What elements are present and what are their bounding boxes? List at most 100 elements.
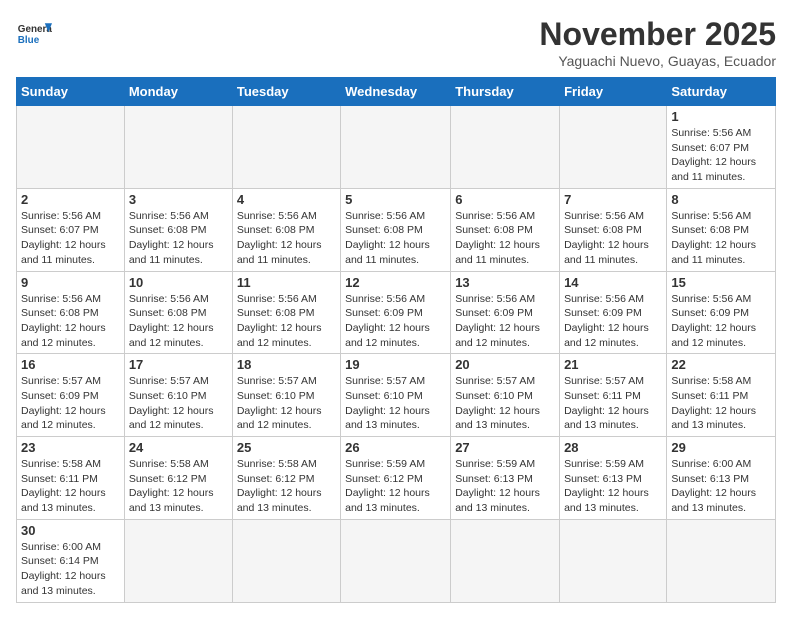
calendar-cell: 16Sunrise: 5:57 AM Sunset: 6:09 PM Dayli… [17,354,125,437]
svg-text:Blue: Blue [18,35,40,46]
day-number: 3 [129,192,228,207]
day-info: Sunrise: 6:00 AM Sunset: 6:14 PM Dayligh… [21,540,120,599]
calendar-cell: 25 Sunrise: 5:58 AM Sunset: 6:12 PM Dayli… [232,437,340,520]
day-number: 7 [564,192,662,207]
day-number: 6 [455,192,555,207]
calendar-cell: 30 Sunrise: 6:00 AM Sunset: 6:14 PM Dayli… [17,519,125,602]
day-info: Sunrise: 5:56 AM Sunset: 6:09 PM Dayligh… [455,292,555,351]
week-row-6: 30 Sunrise: 6:00 AM Sunset: 6:14 PM Dayli… [17,519,776,602]
calendar-cell [341,106,451,189]
day-info: Sunrise: 5:57 AM Sunset: 6:10 PM Dayligh… [129,374,228,433]
month-title: November 2025 [539,16,776,53]
day-info: Sunrise: 5:56 AM Sunset: 6:08 PM Dayligh… [237,209,336,268]
day-info: Sunrise: 5:56 AM Sunset: 6:07 PM Dayligh… [671,126,771,185]
weekday-header-friday: Friday [560,78,667,106]
day-number: 14 [564,275,662,290]
calendar-cell: 24 Sunrise: 5:58 AM Sunset: 6:12 PM Dayli… [124,437,232,520]
day-number: 28 [564,440,662,455]
day-number: 8 [671,192,771,207]
day-number: 21 [564,357,662,372]
week-row-1: 1 Sunrise: 5:56 AM Sunset: 6:07 PM Daylig… [17,106,776,189]
day-number: 24 [129,440,228,455]
day-info: Sunrise: 5:56 AM Sunset: 6:07 PM Dayligh… [21,209,120,268]
day-number: 2 [21,192,120,207]
calendar-cell: 26Sunrise: 5:59 AM Sunset: 6:12 PM Dayli… [341,437,451,520]
day-info: Sunrise: 5:57 AM Sunset: 6:11 PM Dayligh… [564,374,662,433]
day-info: Sunrise: 5:56 AM Sunset: 6:08 PM Dayligh… [237,292,336,351]
calendar-cell: 14Sunrise: 5:56 AM Sunset: 6:09 PM Dayli… [560,271,667,354]
calendar-cell [560,519,667,602]
weekday-header-tuesday: Tuesday [232,78,340,106]
calendar-cell: 9Sunrise: 5:56 AM Sunset: 6:08 PM Daylig… [17,271,125,354]
title-block: November 2025 Yaguachi Nuevo, Guayas, Ec… [539,16,776,69]
day-info: Sunrise: 5:56 AM Sunset: 6:08 PM Dayligh… [345,209,446,268]
day-number: 12 [345,275,446,290]
calendar-cell: 4 Sunrise: 5:56 AM Sunset: 6:08 PM Daylig… [232,188,340,271]
day-number: 22 [671,357,771,372]
calendar-cell: 28 Sunrise: 5:59 AM Sunset: 6:13 PM Dayli… [560,437,667,520]
calendar-cell [17,106,125,189]
calendar-cell: 1 Sunrise: 5:56 AM Sunset: 6:07 PM Daylig… [667,106,776,189]
calendar-cell: 19 Sunrise: 5:57 AM Sunset: 6:10 PM Dayli… [341,354,451,437]
day-info: Sunrise: 5:56 AM Sunset: 6:09 PM Dayligh… [345,292,446,351]
weekday-header-saturday: Saturday [667,78,776,106]
day-number: 1 [671,109,771,124]
day-info: Sunrise: 5:57 AM Sunset: 6:10 PM Dayligh… [237,374,336,433]
calendar-cell: 11 Sunrise: 5:56 AM Sunset: 6:08 PM Dayli… [232,271,340,354]
calendar-cell: 18 Sunrise: 5:57 AM Sunset: 6:10 PM Dayli… [232,354,340,437]
calendar-cell: 13 Sunrise: 5:56 AM Sunset: 6:09 PM Dayli… [451,271,560,354]
logo: General Blue [16,16,52,52]
calendar-cell: 29Sunrise: 6:00 AM Sunset: 6:13 PM Dayli… [667,437,776,520]
day-number: 20 [455,357,555,372]
calendar-cell: 17Sunrise: 5:57 AM Sunset: 6:10 PM Dayli… [124,354,232,437]
day-number: 27 [455,440,555,455]
day-info: Sunrise: 5:56 AM Sunset: 6:09 PM Dayligh… [671,292,771,351]
calendar-cell: 10 Sunrise: 5:56 AM Sunset: 6:08 PM Dayli… [124,271,232,354]
day-number: 25 [237,440,336,455]
day-info: Sunrise: 5:56 AM Sunset: 6:08 PM Dayligh… [564,209,662,268]
day-info: Sunrise: 5:58 AM Sunset: 6:12 PM Dayligh… [237,457,336,516]
day-number: 30 [21,523,120,538]
calendar-cell [451,106,560,189]
day-info: Sunrise: 5:57 AM Sunset: 6:10 PM Dayligh… [455,374,555,433]
calendar-table: SundayMondayTuesdayWednesdayThursdayFrid… [16,77,776,603]
location-subtitle: Yaguachi Nuevo, Guayas, Ecuador [539,53,776,69]
calendar-cell: 22 Sunrise: 5:58 AM Sunset: 6:11 PM Dayli… [667,354,776,437]
day-info: Sunrise: 5:57 AM Sunset: 6:10 PM Dayligh… [345,374,446,433]
day-number: 4 [237,192,336,207]
day-info: Sunrise: 5:56 AM Sunset: 6:08 PM Dayligh… [21,292,120,351]
day-number: 10 [129,275,228,290]
weekday-header-monday: Monday [124,78,232,106]
calendar-cell: 20 Sunrise: 5:57 AM Sunset: 6:10 PM Dayli… [451,354,560,437]
day-info: Sunrise: 5:58 AM Sunset: 6:11 PM Dayligh… [671,374,771,433]
calendar-cell: 6 Sunrise: 5:56 AM Sunset: 6:08 PM Daylig… [451,188,560,271]
week-row-3: 9Sunrise: 5:56 AM Sunset: 6:08 PM Daylig… [17,271,776,354]
calendar-cell: 27Sunrise: 5:59 AM Sunset: 6:13 PM Dayli… [451,437,560,520]
day-info: Sunrise: 5:57 AM Sunset: 6:09 PM Dayligh… [21,374,120,433]
weekday-header-row: SundayMondayTuesdayWednesdayThursdayFrid… [17,78,776,106]
day-info: Sunrise: 5:58 AM Sunset: 6:12 PM Dayligh… [129,457,228,516]
calendar-cell [232,106,340,189]
calendar-cell: 23 Sunrise: 5:58 AM Sunset: 6:11 PM Dayli… [17,437,125,520]
day-number: 11 [237,275,336,290]
day-number: 29 [671,440,771,455]
weekday-header-thursday: Thursday [451,78,560,106]
calendar-cell [560,106,667,189]
day-info: Sunrise: 5:56 AM Sunset: 6:08 PM Dayligh… [129,292,228,351]
weekday-header-wednesday: Wednesday [341,78,451,106]
calendar-cell [124,519,232,602]
day-info: Sunrise: 5:56 AM Sunset: 6:08 PM Dayligh… [671,209,771,268]
week-row-4: 16Sunrise: 5:57 AM Sunset: 6:09 PM Dayli… [17,354,776,437]
day-number: 26 [345,440,446,455]
day-info: Sunrise: 5:56 AM Sunset: 6:08 PM Dayligh… [455,209,555,268]
day-info: Sunrise: 5:59 AM Sunset: 6:13 PM Dayligh… [564,457,662,516]
page-header: General Blue November 2025 Yaguachi Nuev… [16,16,776,69]
calendar-cell: 5Sunrise: 5:56 AM Sunset: 6:08 PM Daylig… [341,188,451,271]
day-number: 18 [237,357,336,372]
day-info: Sunrise: 5:58 AM Sunset: 6:11 PM Dayligh… [21,457,120,516]
day-number: 15 [671,275,771,290]
day-number: 19 [345,357,446,372]
day-number: 23 [21,440,120,455]
day-number: 13 [455,275,555,290]
week-row-5: 23 Sunrise: 5:58 AM Sunset: 6:11 PM Dayli… [17,437,776,520]
